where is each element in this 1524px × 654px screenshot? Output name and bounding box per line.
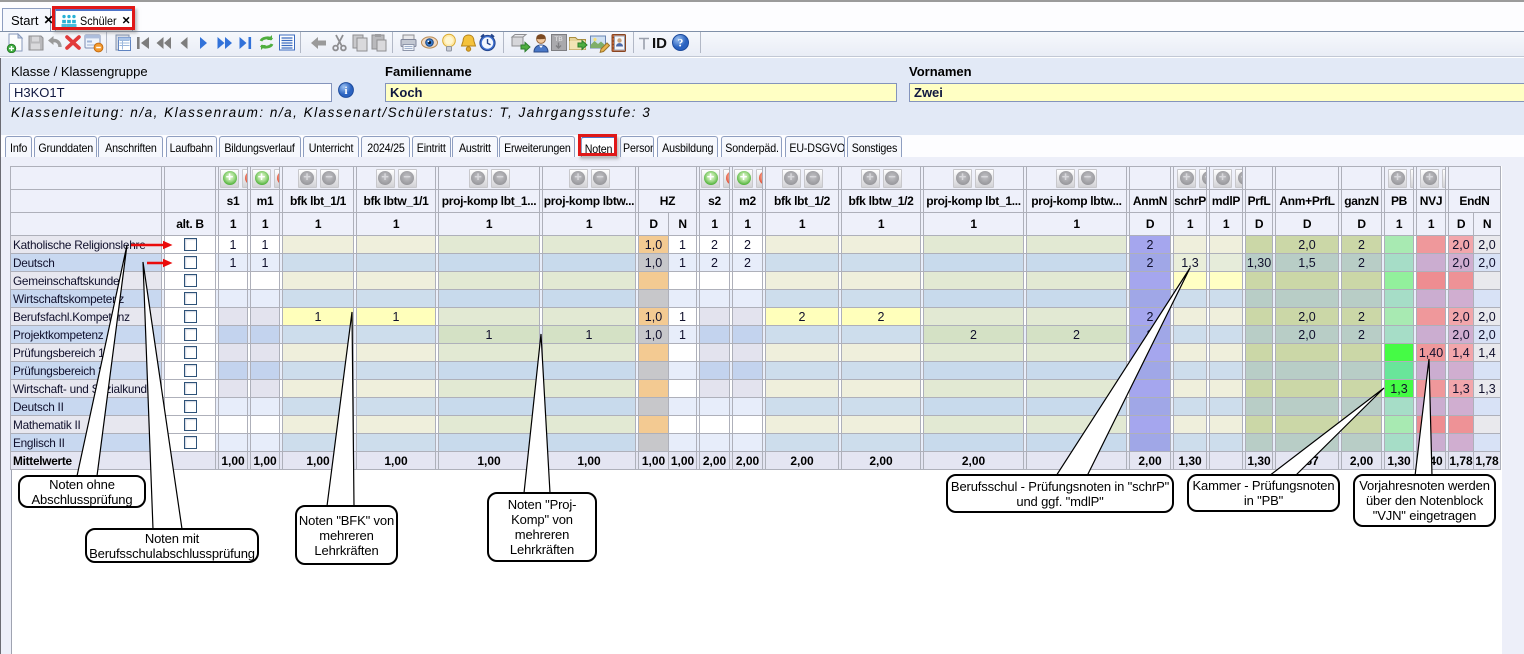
svg-text:?: ? [678, 38, 684, 50]
svg-text:TB: TB [554, 36, 562, 43]
svg-text:i: i [344, 85, 347, 97]
